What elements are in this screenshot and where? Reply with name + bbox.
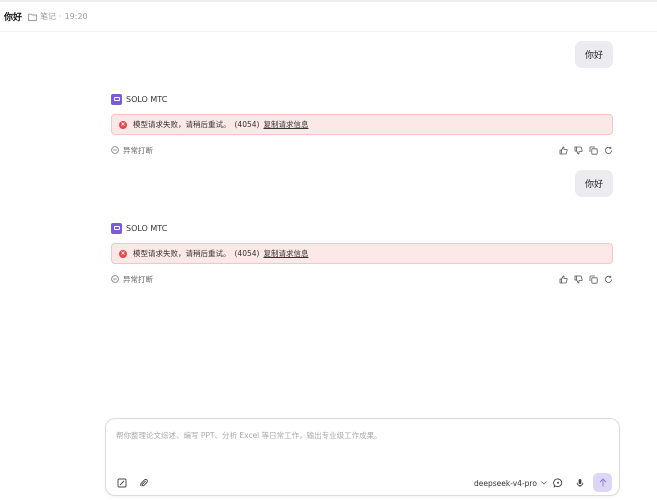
user-message-text: 你好 <box>584 51 603 61</box>
regenerate-button[interactable] <box>603 145 613 155</box>
error-text: 模型请求失败，请稍后重试。 <box>133 120 231 129</box>
user-message-text: 你好 <box>584 180 603 190</box>
thumbs-up-icon <box>559 275 568 283</box>
ai-label: SOLO MTC <box>111 92 613 106</box>
ai-message-footer: 异常打断 <box>111 272 613 286</box>
minus-circle-icon <box>111 275 119 283</box>
solo-logo-icon <box>111 222 122 234</box>
interrupt-label: 异常打断 <box>123 274 153 284</box>
arrow-up-icon <box>599 478 606 487</box>
refresh-icon <box>604 146 612 154</box>
edit-icon <box>117 478 127 488</box>
chevron-down-icon <box>541 481 547 485</box>
ai-message: SOLO MTC × 模型请求失败，请稍后重试。 (4054) 复制请求信息 异… <box>111 221 613 286</box>
error-code: (4054) <box>234 120 260 129</box>
copy-button[interactable] <box>588 145 598 155</box>
thumbs-down-button[interactable] <box>573 145 583 155</box>
thumbs-up-button[interactable] <box>558 145 568 155</box>
ai-name: SOLO MTC <box>126 94 168 104</box>
thumbs-down-icon <box>574 275 583 283</box>
copy-request-info-link[interactable]: 复制请求信息 <box>263 119 308 130</box>
message-actions <box>553 145 613 155</box>
interrupt-status: 异常打断 <box>111 274 153 285</box>
attach-button[interactable] <box>138 477 150 489</box>
interrupt-status: 异常打断 <box>111 145 153 156</box>
model-name: deepseek-v4-pro <box>474 478 537 488</box>
new-document-button[interactable] <box>116 477 128 489</box>
copy-button[interactable] <box>588 274 598 284</box>
error-circle-icon: × <box>119 120 127 129</box>
microphone-icon <box>576 479 584 487</box>
copy-request-info-link[interactable]: 复制请求信息 <box>263 248 308 259</box>
error-alert: × 模型请求失败，请稍后重试。 (4054) 复制请求信息 <box>111 243 613 264</box>
error-alert: × 模型请求失败，请稍后重试。 (4054) 复制请求信息 <box>111 114 613 135</box>
error-code: (4054) <box>234 249 260 258</box>
meta-separator: · <box>59 12 62 21</box>
ai-message-footer: 异常打断 <box>111 143 613 157</box>
voice-input-button[interactable] <box>574 477 586 489</box>
composer-placeholder[interactable]: 帮你整理论文综述、编写 PPT、分析 Excel 等日常工作，输出专业级工作成果… <box>116 430 382 441</box>
folder-label: 笔记 <box>40 12 57 21</box>
minus-circle-icon <box>111 146 119 154</box>
thumbs-down-icon <box>574 146 583 154</box>
ai-message: SOLO MTC × 模型请求失败，请稍后重试。 (4054) 复制请求信息 异… <box>111 92 613 157</box>
ai-name: SOLO MTC <box>126 223 168 233</box>
regenerate-button[interactable] <box>603 274 613 284</box>
user-message: 你好 <box>574 170 613 197</box>
thumbs-down-button[interactable] <box>573 274 583 284</box>
conversation-header: 你好 笔记 · 19:20 <box>0 2 657 32</box>
copy-icon <box>589 275 598 284</box>
conversation-title: 你好 <box>4 13 23 23</box>
paperclip-icon <box>140 478 148 487</box>
thumbs-up-icon <box>559 146 568 154</box>
refresh-icon <box>604 275 612 283</box>
error-text: 模型请求失败，请稍后重试。 <box>133 249 231 258</box>
interrupt-label: 异常打断 <box>123 145 153 155</box>
folder-icon <box>28 13 37 21</box>
user-message: 你好 <box>574 41 613 68</box>
send-button[interactable] <box>593 473 612 492</box>
chat-icon <box>553 478 563 488</box>
copy-icon <box>589 146 598 155</box>
model-selector[interactable]: deepseek-v4-pro <box>474 477 547 489</box>
message-actions <box>553 274 613 284</box>
solo-logo-icon <box>111 93 122 105</box>
folder-breadcrumb[interactable]: 笔记 · 19:20 <box>28 11 88 22</box>
ai-label: SOLO MTC <box>111 221 613 235</box>
error-circle-icon: × <box>119 249 127 258</box>
message-composer[interactable]: 帮你整理论文综述、编写 PPT、分析 Excel 等日常工作，输出专业级工作成果… <box>105 418 620 496</box>
conversation-time: 19:20 <box>64 12 88 21</box>
chat-mode-button[interactable] <box>552 477 564 489</box>
thumbs-up-button[interactable] <box>558 274 568 284</box>
